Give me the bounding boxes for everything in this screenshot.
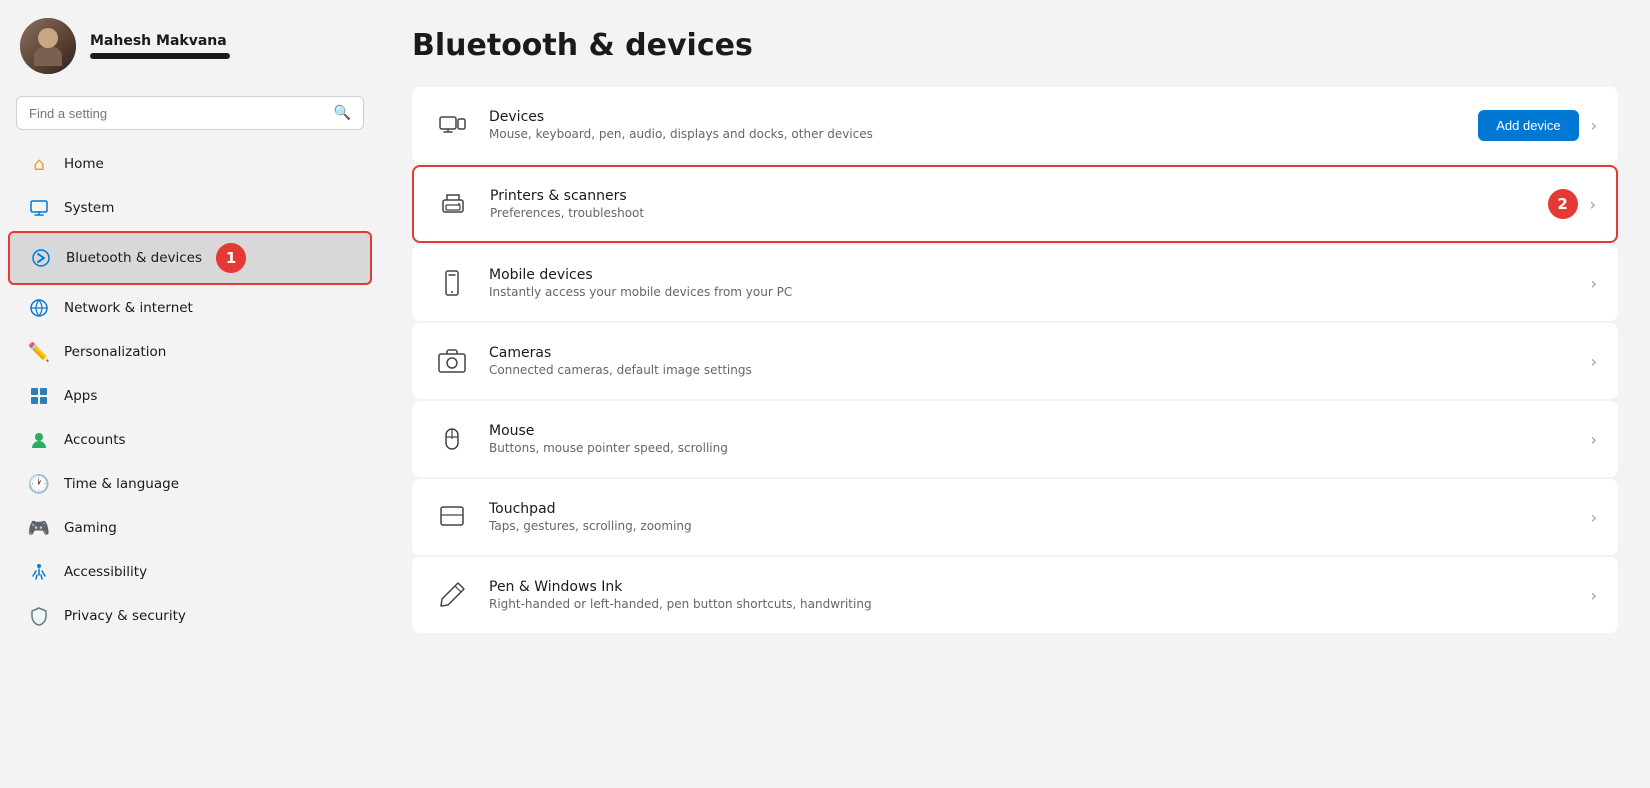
sidebar-item-label: Network & internet [64, 300, 193, 316]
search-box[interactable]: 🔍 [16, 96, 364, 130]
sidebar-item-label: Gaming [64, 520, 117, 536]
item-subtitle: Preferences, troubleshoot [490, 206, 1522, 220]
settings-list: Devices Mouse, keyboard, pen, audio, dis… [412, 87, 1618, 633]
system-icon [28, 197, 50, 219]
item-text-mobile: Mobile devices Instantly access your mob… [489, 267, 1573, 299]
chevron-icon: › [1590, 195, 1596, 214]
settings-item-mobile[interactable]: Mobile devices Instantly access your mob… [412, 245, 1618, 321]
item-title: Mobile devices [489, 267, 1573, 283]
sidebar-item-gaming[interactable]: 🎮 Gaming [8, 507, 372, 549]
item-text-mouse: Mouse Buttons, mouse pointer speed, scro… [489, 423, 1573, 455]
mobile-icon [433, 264, 471, 302]
main-content: Bluetooth & devices Devices Mouse, keybo… [380, 0, 1650, 788]
settings-item-printers[interactable]: Printers & scanners Preferences, trouble… [412, 165, 1618, 243]
item-right-mouse: › [1591, 430, 1597, 449]
chevron-icon: › [1591, 116, 1597, 135]
sidebar-item-apps[interactable]: Apps [8, 375, 372, 417]
cameras-icon [433, 342, 471, 380]
sidebar-item-accounts[interactable]: Accounts [8, 419, 372, 461]
item-right-devices: Add device › [1478, 110, 1597, 141]
item-text-cameras: Cameras Connected cameras, default image… [489, 345, 1573, 377]
printers-icon [434, 185, 472, 223]
user-name: Mahesh Makvana [90, 33, 230, 49]
sidebar-item-label: Bluetooth & devices [66, 250, 202, 266]
item-title: Cameras [489, 345, 1573, 361]
pen-icon [433, 576, 471, 614]
item-right-mobile: › [1591, 274, 1597, 293]
sidebar-item-personalization[interactable]: ✏️ Personalization [8, 331, 372, 373]
chevron-icon: › [1591, 274, 1597, 293]
sidebar-item-label: Home [64, 156, 104, 172]
user-bar [90, 53, 230, 59]
sidebar-item-system[interactable]: System [8, 187, 372, 229]
sidebar-item-label: System [64, 200, 114, 216]
apps-icon [28, 385, 50, 407]
item-text-devices: Devices Mouse, keyboard, pen, audio, dis… [489, 109, 1460, 141]
touchpad-icon [433, 498, 471, 536]
gaming-icon: 🎮 [28, 517, 50, 539]
mouse-icon [433, 420, 471, 458]
accounts-icon [28, 429, 50, 451]
sidebar-item-home[interactable]: ⌂ Home [8, 143, 372, 185]
item-text-touchpad: Touchpad Taps, gestures, scrolling, zoom… [489, 501, 1573, 533]
page-title: Bluetooth & devices [412, 28, 1618, 63]
settings-item-mouse[interactable]: Mouse Buttons, mouse pointer speed, scro… [412, 401, 1618, 477]
avatar [20, 18, 76, 74]
item-right-cameras: › [1591, 352, 1597, 371]
badge-1: 1 [216, 243, 246, 273]
network-icon [28, 297, 50, 319]
item-subtitle: Connected cameras, default image setting… [489, 363, 1573, 377]
sidebar-item-label: Time & language [64, 476, 179, 492]
item-title: Printers & scanners [490, 188, 1522, 204]
devices-icon [433, 106, 471, 144]
item-title: Devices [489, 109, 1460, 125]
item-title: Pen & Windows Ink [489, 579, 1573, 595]
sidebar-item-accessibility[interactable]: Accessibility [8, 551, 372, 593]
sidebar-item-label: Privacy & security [64, 608, 186, 624]
sidebar-item-label: Accounts [64, 432, 126, 448]
item-right-printers: 2 › [1540, 189, 1596, 219]
chevron-icon: › [1591, 430, 1597, 449]
time-icon: 🕐 [28, 473, 50, 495]
accessibility-icon [28, 561, 50, 583]
personalization-icon: ✏️ [28, 341, 50, 363]
home-icon: ⌂ [28, 153, 50, 175]
sidebar-item-time[interactable]: 🕐 Time & language [8, 463, 372, 505]
sidebar-item-network[interactable]: Network & internet [8, 287, 372, 329]
sidebar-item-label: Accessibility [64, 564, 147, 580]
item-title: Touchpad [489, 501, 1573, 517]
user-section: Mahesh Makvana [0, 0, 380, 92]
settings-item-pen[interactable]: Pen & Windows Ink Right-handed or left-h… [412, 557, 1618, 633]
sidebar-item-label: Personalization [64, 344, 166, 360]
sidebar-item-bluetooth[interactable]: Bluetooth & devices 1 [8, 231, 372, 285]
item-subtitle: Instantly access your mobile devices fro… [489, 285, 1573, 299]
item-title: Mouse [489, 423, 1573, 439]
sidebar: Mahesh Makvana 🔍 ⌂ Home System Bluetooth… [0, 0, 380, 788]
settings-item-devices[interactable]: Devices Mouse, keyboard, pen, audio, dis… [412, 87, 1618, 163]
item-subtitle: Mouse, keyboard, pen, audio, displays an… [489, 127, 1460, 141]
item-subtitle: Taps, gestures, scrolling, zooming [489, 519, 1573, 533]
item-text-printers: Printers & scanners Preferences, trouble… [490, 188, 1522, 220]
settings-item-cameras[interactable]: Cameras Connected cameras, default image… [412, 323, 1618, 399]
bluetooth-icon [30, 247, 52, 269]
item-text-pen: Pen & Windows Ink Right-handed or left-h… [489, 579, 1573, 611]
settings-item-touchpad[interactable]: Touchpad Taps, gestures, scrolling, zoom… [412, 479, 1618, 555]
add-device-button[interactable]: Add device [1478, 110, 1578, 141]
search-input[interactable] [29, 106, 326, 121]
chevron-icon: › [1591, 586, 1597, 605]
item-subtitle: Buttons, mouse pointer speed, scrolling [489, 441, 1573, 455]
item-subtitle: Right-handed or left-handed, pen button … [489, 597, 1573, 611]
sidebar-item-label: Apps [64, 388, 97, 404]
chevron-icon: › [1591, 508, 1597, 527]
user-info: Mahesh Makvana [90, 33, 230, 59]
item-right-touchpad: › [1591, 508, 1597, 527]
privacy-icon [28, 605, 50, 627]
search-icon: 🔍 [334, 105, 351, 121]
sidebar-item-privacy[interactable]: Privacy & security [8, 595, 372, 637]
chevron-icon: › [1591, 352, 1597, 371]
item-right-pen: › [1591, 586, 1597, 605]
badge-2: 2 [1548, 189, 1578, 219]
